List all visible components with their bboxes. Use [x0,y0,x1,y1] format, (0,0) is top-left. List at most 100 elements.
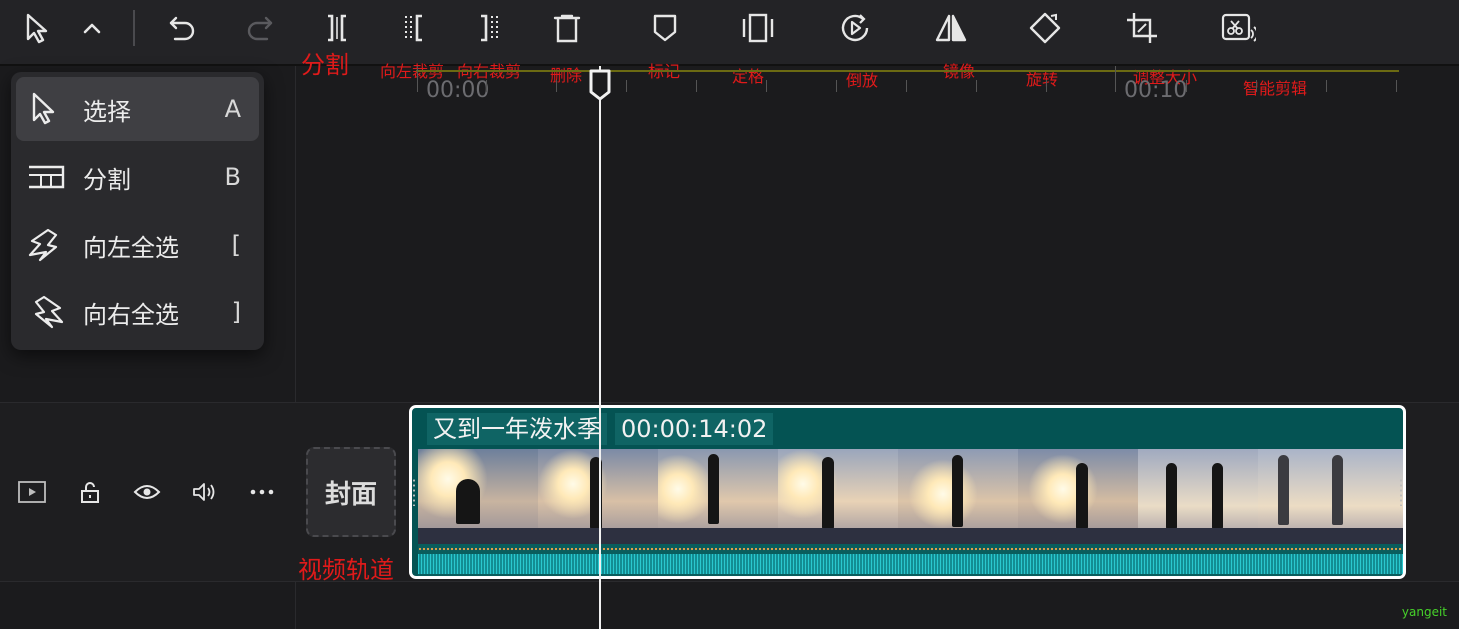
playhead-handle[interactable] [588,68,612,102]
menu-item-label: 向右全选 [83,300,179,329]
clip-title: 又到一年泼水季 [427,413,607,445]
chevron-up-icon [83,23,101,34]
clip-frame [1258,449,1378,544]
clip-right-handle[interactable] [1399,478,1403,506]
clip-frame [898,449,1018,544]
select-left-icon [28,228,58,262]
ruler-time-start: 00:00 [426,78,490,103]
cursor-icon [26,13,48,44]
track-thumbnail-icon [18,481,46,503]
video-clip[interactable]: 又到一年泼水季 00:00:14:02 [409,405,1406,579]
cursor-icon [32,92,55,125]
mirror-button[interactable] [931,8,971,48]
freeze-frame-icon [742,13,774,43]
smart-cut-icon [1221,13,1256,42]
ruler-tick [1046,80,1047,92]
trim-left-icon [405,14,422,42]
ruler-tick-major [417,66,418,92]
ruler-tick [836,80,837,92]
clip-frame [778,449,898,544]
rotate-icon [1029,12,1061,44]
split-blade-icon [29,165,65,189]
menu-item-shortcut: A [224,95,241,123]
ruler-tick [1326,80,1327,92]
ruler-tick [696,80,697,92]
toolbar [0,0,1459,66]
track-thumbnail-toggle[interactable] [17,478,47,506]
playhead-handle-icon [589,69,611,101]
menu-item-shortcut: ] [231,298,241,326]
reverse-icon [841,14,869,42]
clip-frame [1138,449,1258,544]
cover-button[interactable]: 封面 [306,447,396,537]
audio-waveform [418,544,1403,576]
toolbar-separator [133,10,135,46]
ruler-tick [1256,80,1257,92]
select-tool-button[interactable] [18,8,58,48]
crop-button[interactable] [1122,8,1162,48]
split-button[interactable] [317,8,357,48]
trim-right-icon [481,14,498,42]
clip-frame [1018,449,1138,544]
volume-icon [193,483,215,501]
annotation-video-track: 视频轨道 [298,556,394,584]
delete-button[interactable] [547,8,587,48]
clip-left-handle[interactable] [412,478,416,506]
track-more-button[interactable] [247,478,277,506]
cover-label: 封面 [324,479,377,510]
ruler-range-line [416,70,1399,72]
reverse-button[interactable] [835,8,875,48]
trim-right-button[interactable] [470,8,510,48]
lock-icon [81,482,99,503]
clip-frame [418,449,538,544]
redo-button[interactable] [240,8,280,48]
menu-item-label: 选择 [83,97,131,126]
redo-icon [247,16,273,41]
smart-cut-button[interactable] [1218,8,1258,48]
select-right-icon [34,295,64,329]
clip-duration: 00:00:14:02 [615,413,774,445]
crop-icon [1127,13,1157,43]
ruler-time-mark: 00:10 [1124,78,1188,103]
ruler-tick [766,80,767,92]
ruler-tick [556,80,557,92]
playhead-line[interactable] [599,66,601,629]
ruler-tick [626,80,627,92]
split-icon [328,14,346,42]
clip-frame [538,449,658,544]
track-visibility-button[interactable] [132,478,162,506]
menu-item-select-left[interactable]: 向左全选 [ [16,213,259,277]
menu-item-select-right[interactable]: 向右全选 ] [16,280,259,344]
ruler-tick [1396,80,1397,92]
clip-thumbnails [418,449,1403,544]
ruler-tick [1186,80,1187,92]
clip-frame [658,449,778,544]
freeze-frame-button[interactable] [738,8,778,48]
undo-button[interactable] [162,8,202,48]
tool-menu-toggle[interactable] [72,8,112,48]
marker-button[interactable] [645,8,685,48]
ruler-tick [906,80,907,92]
mirror-icon [935,14,967,42]
menu-item-select[interactable]: 选择 A [16,77,259,141]
ruler-tick [486,80,487,92]
eye-icon [133,485,161,499]
marker-icon [653,14,677,42]
delete-icon [553,14,581,43]
rotate-button[interactable] [1025,8,1065,48]
time-ruler[interactable]: 00:00 00:10 [296,66,1459,112]
ruler-tick-major [1115,66,1116,92]
menu-item-split[interactable]: 分割 B [16,145,259,209]
menu-item-label: 向左全选 [83,233,179,262]
more-icon [250,489,274,495]
track-volume-button[interactable] [190,478,220,506]
menu-item-label: 分割 [83,165,131,194]
tool-dropdown-menu: 选择 A 分割 B 向左全选 [ 向右全选 ] [11,72,264,350]
watermark: yangeit [1401,605,1447,619]
track-lock-button[interactable] [75,478,105,506]
undo-icon [169,16,195,41]
ruler-tick [976,80,977,92]
menu-item-shortcut: B [224,163,241,191]
trim-left-button[interactable] [393,8,433,48]
menu-item-shortcut: [ [231,231,241,259]
